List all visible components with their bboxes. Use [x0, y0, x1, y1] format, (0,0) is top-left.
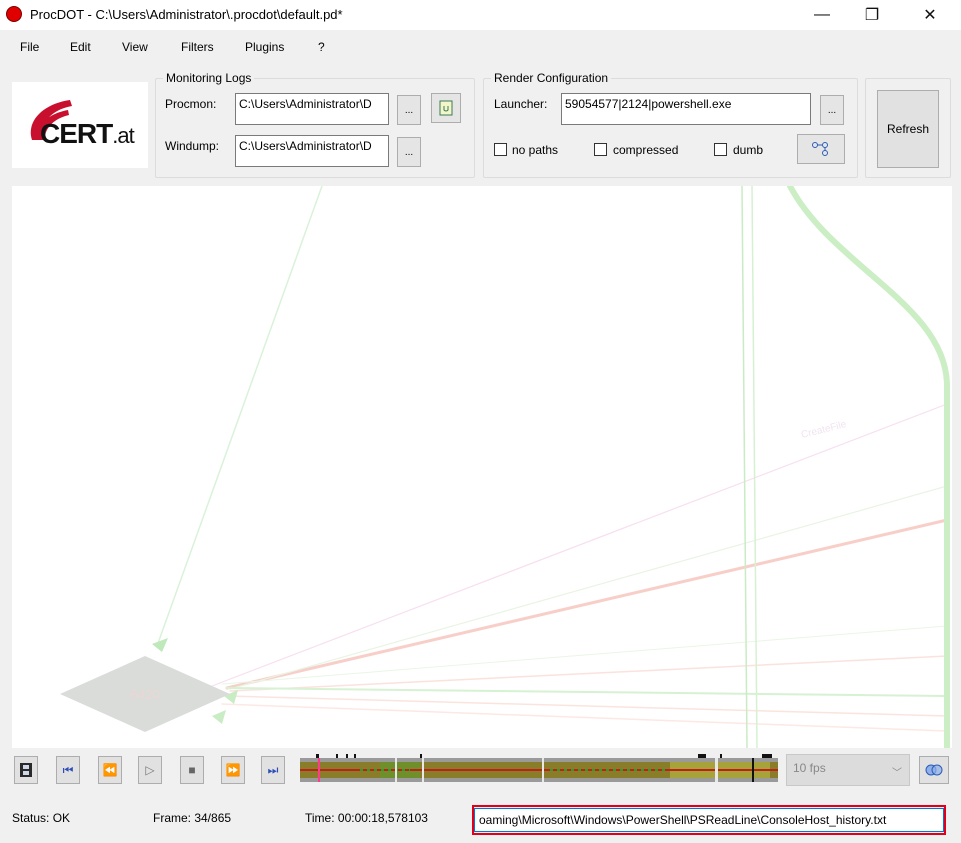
status-text: Status: OK	[12, 811, 71, 825]
render-config-title: Render Configuration	[491, 71, 612, 85]
graph-edge	[226, 695, 948, 717]
minimize-button[interactable]: —	[799, 0, 845, 30]
sync-rings-icon	[925, 764, 943, 776]
launcher-label: Launcher:	[494, 97, 548, 111]
procmon-label: Procmon:	[165, 97, 217, 111]
graph-edge	[221, 703, 948, 732]
rewind-button[interactable]: ⏪	[98, 756, 122, 784]
graph-edge	[225, 518, 949, 690]
window-title: ProcDOT - C:\Users\Administrator\.procdo…	[30, 7, 343, 22]
skip-first-icon: ⏮	[62, 762, 74, 777]
refresh-button[interactable]: Refresh	[877, 90, 939, 168]
graph-canvas[interactable]: 6420 CreateFile	[12, 186, 952, 748]
chevron-down-icon: ﹀	[892, 768, 902, 779]
no-paths-label: no paths	[512, 143, 559, 157]
close-button[interactable]: ✕	[907, 0, 953, 30]
graph-edge-thick	[787, 186, 950, 748]
graph-layout-icon	[812, 142, 828, 156]
dumb-label: dumb	[733, 143, 764, 157]
edge-arrowhead	[152, 638, 168, 652]
frame-counter: Frame: 34/865	[153, 811, 232, 825]
log-file-icon	[439, 100, 453, 116]
graph-edge	[221, 625, 948, 685]
skip-first-button[interactable]: ⏮	[56, 756, 80, 784]
procmon-path-field[interactable]: C:\Users\Administrator\D	[235, 93, 389, 125]
windump-label: Windump:	[165, 139, 220, 153]
windump-path-field[interactable]: C:\Users\Administrator\D	[235, 135, 389, 167]
menu-file[interactable]: File	[20, 40, 39, 54]
graph-edge	[226, 687, 948, 697]
procmon-browse-button[interactable]: ...	[397, 95, 421, 125]
skip-last-icon: ⏭	[267, 762, 279, 777]
process-node-label: 6420	[131, 687, 160, 702]
play-icon: ▷	[145, 763, 155, 777]
menu-view[interactable]: View	[122, 40, 148, 54]
procdot-app-icon	[6, 6, 22, 22]
compressed-checkbox[interactable]	[594, 143, 607, 156]
log-file-button[interactable]	[431, 93, 461, 123]
launcher-browse-button[interactable]: ...	[820, 95, 844, 125]
menu-filters[interactable]: Filters	[181, 40, 214, 54]
graph-edge	[741, 186, 748, 748]
menu-plugins[interactable]: Plugins	[245, 40, 284, 54]
cert-logo-text: CERT.at	[40, 118, 135, 149]
rewind-icon: ⏪	[102, 763, 118, 777]
stop-icon: ■	[188, 763, 196, 777]
play-button[interactable]: ▷	[138, 756, 162, 784]
fast-forward-icon: ⏩	[225, 763, 241, 777]
timeline-graphic	[300, 754, 778, 782]
edge-arrowhead	[212, 710, 226, 724]
graph-edge	[229, 485, 948, 690]
maximize-button[interactable]: ❐	[849, 0, 895, 30]
film-button[interactable]	[14, 756, 38, 784]
menu-help[interactable]: ?	[318, 40, 325, 54]
menu-edit[interactable]: Edit	[70, 40, 91, 54]
graph-layout-button[interactable]	[797, 134, 845, 164]
compressed-label: compressed	[613, 143, 679, 157]
windump-browse-button[interactable]: ...	[397, 137, 421, 167]
time-readout: Time: 00:00:18,578103	[305, 811, 428, 825]
film-icon	[20, 763, 32, 777]
menu-bar: File Edit View Filters Plugins ?	[0, 34, 961, 58]
fast-forward-button[interactable]: ⏩	[221, 756, 245, 784]
stop-button[interactable]: ■	[180, 756, 204, 784]
edge-label: CreateFile	[800, 419, 848, 441]
timeline-slider[interactable]	[300, 754, 778, 786]
path-highlight-box	[472, 805, 946, 835]
skip-last-button[interactable]: ⏭	[261, 756, 285, 784]
edge-arrowhead	[224, 690, 238, 704]
graph-edge	[751, 186, 758, 748]
sync-button[interactable]	[919, 756, 949, 784]
process-graph: 6420 CreateFile	[60, 186, 950, 748]
no-paths-checkbox[interactable]	[494, 143, 507, 156]
dumb-checkbox[interactable]	[714, 143, 727, 156]
graph-edge	[156, 186, 323, 647]
launcher-field[interactable]: 59054577|2124|powershell.exe	[561, 93, 811, 125]
monitoring-logs-title: Monitoring Logs	[163, 71, 255, 85]
